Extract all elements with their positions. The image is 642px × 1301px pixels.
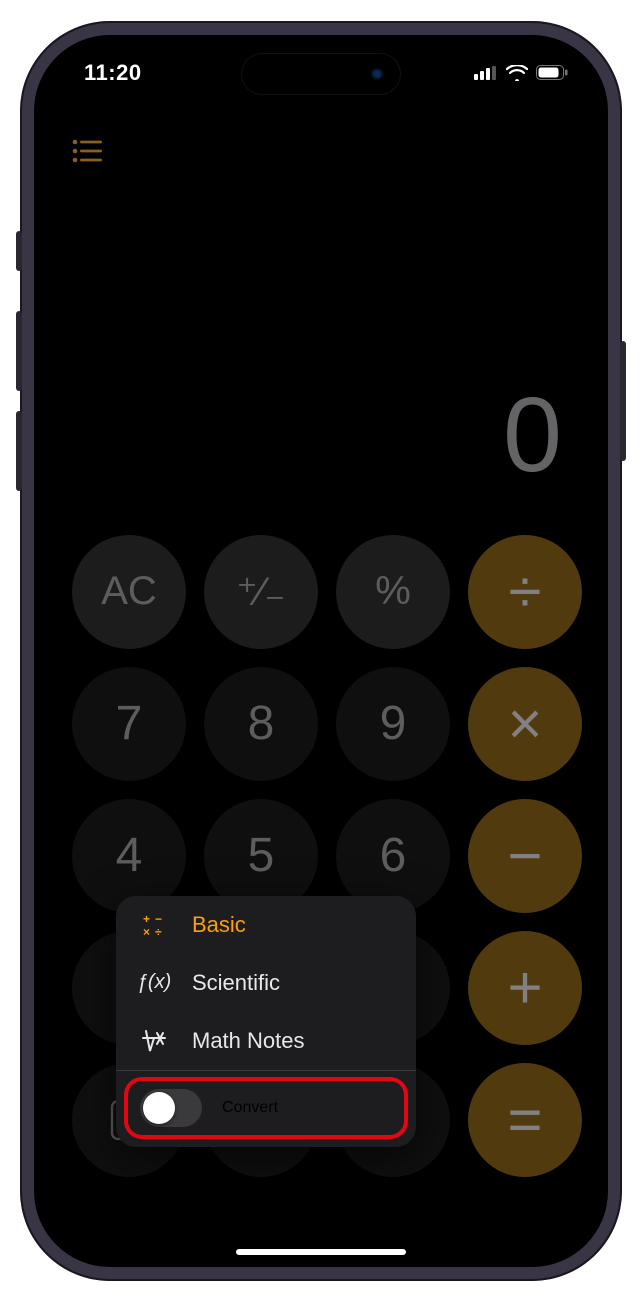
mute-switch [16, 231, 22, 271]
status-icons [474, 65, 568, 81]
volume-up-button [16, 311, 22, 391]
menu-item-scientific[interactable]: ƒ(x) Scientific [116, 954, 416, 1012]
volume-down-button [16, 411, 22, 491]
home-indicator[interactable] [236, 1249, 406, 1255]
dynamic-island [241, 53, 401, 95]
menu-item-label: Scientific [192, 970, 280, 996]
convert-highlight: Convert [124, 1077, 408, 1139]
menu-item-basic[interactable]: + − × ÷ Basic [116, 896, 416, 954]
wifi-icon [506, 65, 528, 81]
math-notes-icon [138, 1028, 170, 1054]
menu-item-label: Basic [192, 912, 246, 938]
phone-frame: 11:20 [20, 21, 622, 1281]
menu-item-label: Math Notes [192, 1028, 305, 1054]
convert-label: Convert [222, 1099, 278, 1117]
toggle-knob [143, 1092, 175, 1124]
basic-icon: + − × ÷ [138, 912, 170, 938]
power-button [620, 341, 626, 461]
status-time: 11:20 [84, 60, 142, 86]
svg-text:−: − [155, 912, 162, 926]
cellular-icon [474, 66, 498, 80]
menu-item-math-notes[interactable]: Math Notes [116, 1012, 416, 1070]
svg-text:+: + [143, 912, 150, 926]
convert-toggle[interactable] [140, 1089, 202, 1127]
battery-icon [536, 65, 568, 80]
mode-menu: + − × ÷ Basic ƒ(x) Scientific [116, 896, 416, 1147]
screen: 11:20 [34, 35, 608, 1267]
svg-text:×: × [143, 925, 150, 938]
menu-separator [116, 1070, 416, 1071]
svg-text:÷: ÷ [155, 925, 162, 938]
function-icon: ƒ(x) [138, 971, 170, 994]
